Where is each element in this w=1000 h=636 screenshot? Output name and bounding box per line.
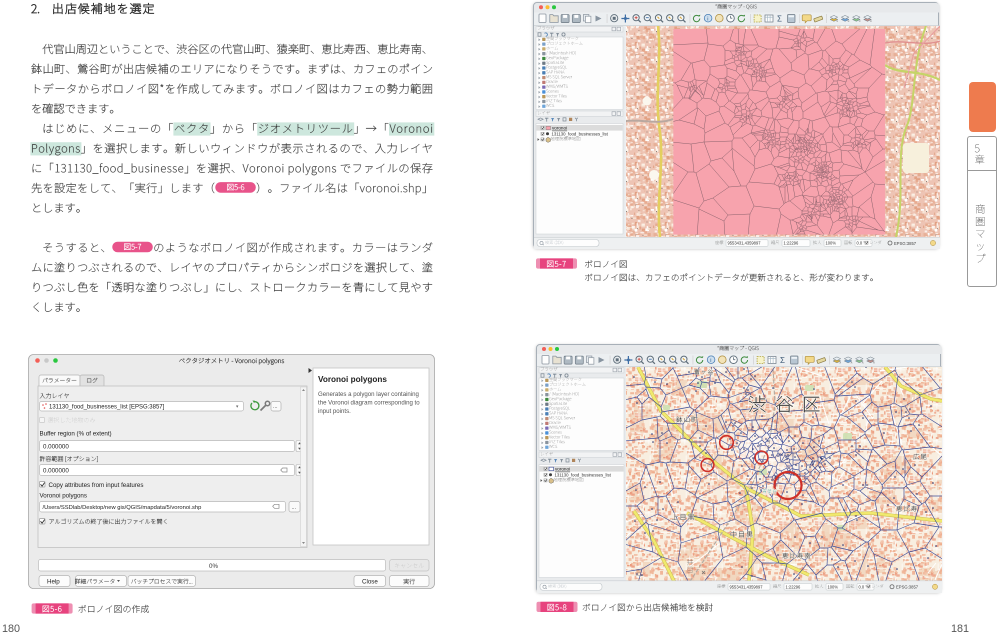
svg-text:voronoi: voronoi (552, 126, 567, 131)
svg-text:the Voronoi diagram correspond: the Voronoi diagram corresponding to (318, 400, 420, 407)
svg-text:100%: 100% (828, 584, 839, 589)
svg-text:0.0 °: 0.0 ° (857, 241, 866, 246)
svg-text:Σ: Σ (777, 15, 782, 24)
svg-text:...: ... (273, 404, 278, 410)
svg-text:131130_food_businesses_list: 131130_food_businesses_list (555, 472, 612, 477)
svg-text:EPSG:3857: EPSG:3857 (894, 241, 917, 246)
svg-text:EPSG:3857: EPSG:3857 (896, 585, 919, 590)
svg-text:Voronoi polygons: Voronoi polygons (318, 375, 387, 384)
svg-text:...: ... (292, 505, 297, 511)
svg-text:voronoi: voronoi (555, 467, 570, 472)
svg-text:131130_food_businesses_list: 131130_food_businesses_list (552, 131, 609, 136)
svg-text:i: i (707, 16, 708, 22)
svg-text:0.000000: 0.000000 (43, 468, 69, 475)
svg-text:1:22296: 1:22296 (786, 584, 802, 589)
svg-text:0.0 °: 0.0 ° (859, 584, 868, 589)
svg-text:9553431,4359897: 9553431,4359897 (730, 584, 764, 589)
svg-text:Generates a polygon layer cont: Generates a polygon layer containing (318, 391, 419, 398)
svg-text:Copy attributes from input fea: Copy attributes from input features (49, 482, 144, 489)
svg-text:i: i (710, 358, 711, 364)
svg-text:/Users/SSDlab/Desktop/new gis/: /Users/SSDlab/Desktop/new gis/QGIS/mapda… (43, 505, 202, 511)
svg-text:Voronoi polygons: Voronoi polygons (40, 493, 87, 500)
svg-text:Close: Close (362, 579, 378, 586)
svg-text:Buffer region (% of extent): Buffer region (% of extent) (40, 431, 112, 438)
svg-text:9553431,4359897: 9553431,4359897 (728, 241, 762, 246)
svg-text:0.000000: 0.000000 (43, 444, 69, 451)
svg-text:0%: 0% (209, 563, 218, 570)
svg-text:100%: 100% (826, 241, 837, 246)
svg-text:Σ: Σ (780, 356, 785, 365)
svg-text:131130_food_businesses_list [E: 131130_food_businesses_list [EPSG:3857] (49, 405, 165, 411)
svg-text:input points.: input points. (318, 408, 351, 415)
svg-text:Help: Help (47, 579, 60, 586)
svg-text:1:22296: 1:22296 (784, 241, 800, 246)
